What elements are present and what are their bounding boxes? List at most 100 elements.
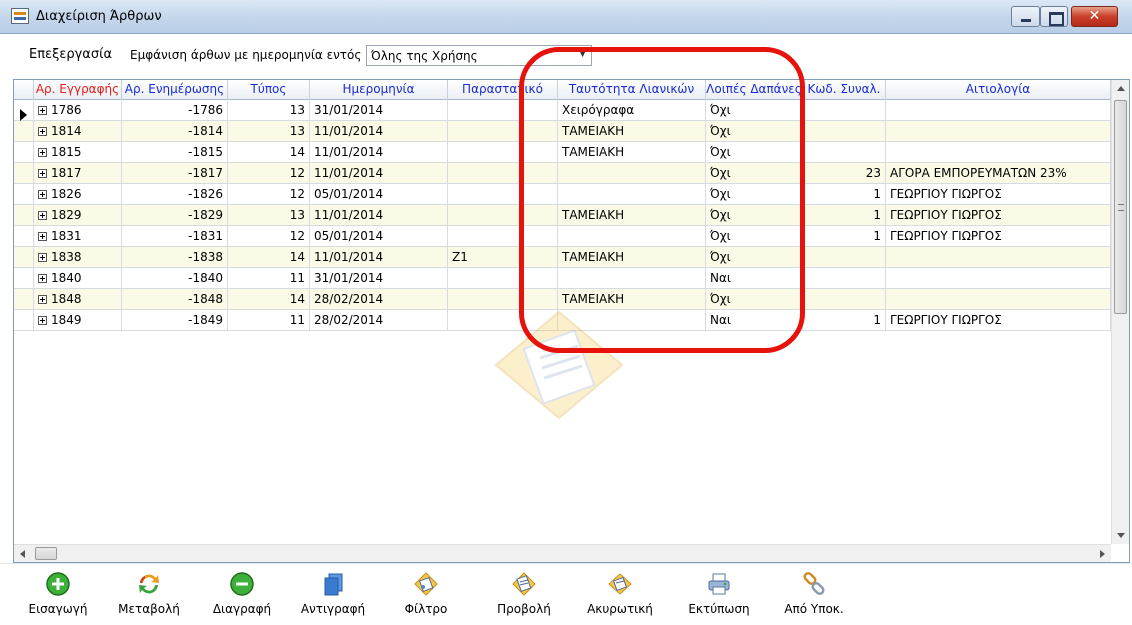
expand-plus-icon[interactable] bbox=[38, 295, 47, 304]
expand-plus-icon[interactable] bbox=[38, 232, 47, 241]
cell-other[interactable]: Όχι bbox=[706, 163, 803, 184]
cell-doc[interactable] bbox=[448, 184, 558, 205]
cell-other[interactable]: Ναι bbox=[706, 268, 803, 289]
cell-type[interactable]: 11 bbox=[228, 310, 310, 331]
cell-date[interactable]: 28/02/2014 bbox=[310, 310, 448, 331]
cell-other[interactable]: Όχι bbox=[706, 226, 803, 247]
row-selector[interactable] bbox=[14, 163, 34, 184]
edit-menu[interactable]: Επεξεργασία bbox=[29, 47, 112, 62]
cell-code[interactable]: 1 bbox=[803, 205, 886, 226]
vertical-scroll-thumb[interactable] bbox=[1114, 100, 1127, 314]
cell-type[interactable]: 12 bbox=[228, 163, 310, 184]
cell-doc[interactable]: Z1 bbox=[448, 247, 558, 268]
cell-other[interactable]: Όχι bbox=[706, 289, 803, 310]
cell-upd[interactable]: -1814 bbox=[122, 121, 228, 142]
cell-type[interactable]: 13 bbox=[228, 205, 310, 226]
cell-upd[interactable]: -1786 bbox=[122, 100, 228, 121]
cell-retail[interactable]: ΤΑΜΕΙΑΚΗ bbox=[558, 121, 706, 142]
cell-reason[interactable] bbox=[886, 142, 1111, 163]
table-row[interactable]: 1840 -1840 11 31/01/2014 Ναι bbox=[14, 268, 1111, 289]
row-selector[interactable] bbox=[14, 268, 34, 289]
row-selector[interactable] bbox=[14, 310, 34, 331]
cell-reg[interactable]: 1848 bbox=[34, 289, 122, 310]
cell-date[interactable]: 11/01/2014 bbox=[310, 121, 448, 142]
cell-retail[interactable]: ΤΑΜΕΙΑΚΗ bbox=[558, 247, 706, 268]
action-button-2[interactable]: Μεταβολή bbox=[101, 568, 197, 622]
table-row[interactable]: 1826 -1826 12 05/01/2014 Όχι 1 ΓΕΩΡΓΙΟΥ ΓΙΩΡΓΟ… bbox=[14, 184, 1111, 205]
cell-retail[interactable] bbox=[558, 163, 706, 184]
cell-date[interactable]: 28/02/2014 bbox=[310, 289, 448, 310]
cell-reason[interactable]: ΓΕΩΡΓΙΟΥ ΓΙΩΡΓΟΣ bbox=[886, 310, 1111, 331]
cell-upd[interactable]: -1826 bbox=[122, 184, 228, 205]
scroll-left-icon[interactable] bbox=[20, 550, 25, 558]
cell-upd[interactable]: -1831 bbox=[122, 226, 228, 247]
date-filter-select[interactable]: Όλης της Χρήσης ▼ bbox=[366, 45, 592, 66]
column-header-upd[interactable]: Αρ. Ενημέρωσης bbox=[122, 80, 228, 100]
action-button-5[interactable]: Φίλτρο bbox=[378, 568, 474, 622]
cell-upd[interactable]: -1840 bbox=[122, 268, 228, 289]
cell-reason[interactable] bbox=[886, 247, 1111, 268]
articles-grid[interactable]: Αρ. Εγγραφής Αρ. Ενημέρωσης Τύπος Ημερομηνί… bbox=[13, 79, 1130, 563]
maximize-button[interactable] bbox=[1040, 6, 1068, 27]
column-header-reason[interactable]: Αιτιολογία bbox=[886, 80, 1111, 100]
cell-reg[interactable]: 1814 bbox=[34, 121, 122, 142]
cell-type[interactable]: 13 bbox=[228, 121, 310, 142]
cell-date[interactable]: 11/01/2014 bbox=[310, 163, 448, 184]
cell-code[interactable]: 1 bbox=[803, 310, 886, 331]
cell-code[interactable] bbox=[803, 121, 886, 142]
cell-retail[interactable]: Χειρόγραφα bbox=[558, 100, 706, 121]
cell-type[interactable]: 13 bbox=[228, 100, 310, 121]
cell-reg[interactable]: 1826 bbox=[34, 184, 122, 205]
expand-plus-icon[interactable] bbox=[38, 127, 47, 136]
row-selector[interactable] bbox=[14, 205, 34, 226]
cell-type[interactable]: 14 bbox=[228, 247, 310, 268]
expand-plus-icon[interactable] bbox=[38, 274, 47, 283]
expand-plus-icon[interactable] bbox=[38, 106, 47, 115]
column-header-reg[interactable]: Αρ. Εγγραφής bbox=[34, 80, 122, 100]
table-row[interactable]: 1786 -1786 13 31/01/2014 Χειρόγραφα Όχι bbox=[14, 100, 1111, 121]
cell-reg[interactable]: 1815 bbox=[34, 142, 122, 163]
cell-reg[interactable]: 1838 bbox=[34, 247, 122, 268]
cell-date[interactable]: 31/01/2014 bbox=[310, 268, 448, 289]
cell-code[interactable]: 1 bbox=[803, 226, 886, 247]
cell-retail[interactable] bbox=[558, 184, 706, 205]
cell-code[interactable]: 23 bbox=[803, 163, 886, 184]
cell-reg[interactable]: 1840 bbox=[34, 268, 122, 289]
cell-date[interactable]: 05/01/2014 bbox=[310, 184, 448, 205]
cell-date[interactable]: 11/01/2014 bbox=[310, 205, 448, 226]
column-header-doc[interactable]: Παραστατικό bbox=[448, 80, 558, 100]
cell-type[interactable]: 12 bbox=[228, 226, 310, 247]
cell-doc[interactable] bbox=[448, 121, 558, 142]
cell-type[interactable]: 12 bbox=[228, 184, 310, 205]
cell-reg[interactable]: 1817 bbox=[34, 163, 122, 184]
cell-reason[interactable]: ΓΕΩΡΓΙΟΥ ΓΙΩΡΓΟΣ bbox=[886, 205, 1111, 226]
row-selector[interactable] bbox=[14, 121, 34, 142]
cell-other[interactable]: Ναι bbox=[706, 310, 803, 331]
cell-doc[interactable] bbox=[448, 205, 558, 226]
cell-other[interactable]: Όχι bbox=[706, 247, 803, 268]
cell-date[interactable]: 05/01/2014 bbox=[310, 226, 448, 247]
table-row[interactable]: 1831 -1831 12 05/01/2014 Όχι 1 ΓΕΩΡΓΙΟΥ ΓΙΩΡΓΟ… bbox=[14, 226, 1111, 247]
cell-upd[interactable]: -1815 bbox=[122, 142, 228, 163]
expand-plus-icon[interactable] bbox=[38, 148, 47, 157]
table-row[interactable]: 1815 -1815 14 11/01/2014 ΤΑΜΕΙΑΚΗ Όχι bbox=[14, 142, 1111, 163]
cell-reg[interactable]: 1831 bbox=[34, 226, 122, 247]
cell-doc[interactable] bbox=[448, 268, 558, 289]
table-row[interactable]: 1814 -1814 13 11/01/2014 ΤΑΜΕΙΑΚΗ Όχι bbox=[14, 121, 1111, 142]
chevron-down-icon[interactable]: ▼ bbox=[579, 49, 586, 59]
cell-type[interactable]: 14 bbox=[228, 142, 310, 163]
row-selector[interactable] bbox=[14, 226, 34, 247]
column-header-retail[interactable]: Ταυτότητα Λιανικών bbox=[558, 80, 706, 100]
column-header-date[interactable]: Ημερομηνία bbox=[310, 80, 448, 100]
cell-reason[interactable] bbox=[886, 268, 1111, 289]
cell-other[interactable]: Όχι bbox=[706, 142, 803, 163]
cell-reason[interactable] bbox=[886, 289, 1111, 310]
cell-upd[interactable]: -1829 bbox=[122, 205, 228, 226]
scroll-down-icon[interactable] bbox=[1117, 533, 1125, 538]
cell-retail[interactable]: ΤΑΜΕΙΑΚΗ bbox=[558, 205, 706, 226]
action-button-1[interactable]: Εισαγωγή bbox=[10, 568, 106, 622]
cell-code[interactable] bbox=[803, 142, 886, 163]
action-button-9[interactable]: Από Υποκ. bbox=[766, 568, 862, 622]
cell-doc[interactable] bbox=[448, 100, 558, 121]
cell-retail[interactable] bbox=[558, 226, 706, 247]
